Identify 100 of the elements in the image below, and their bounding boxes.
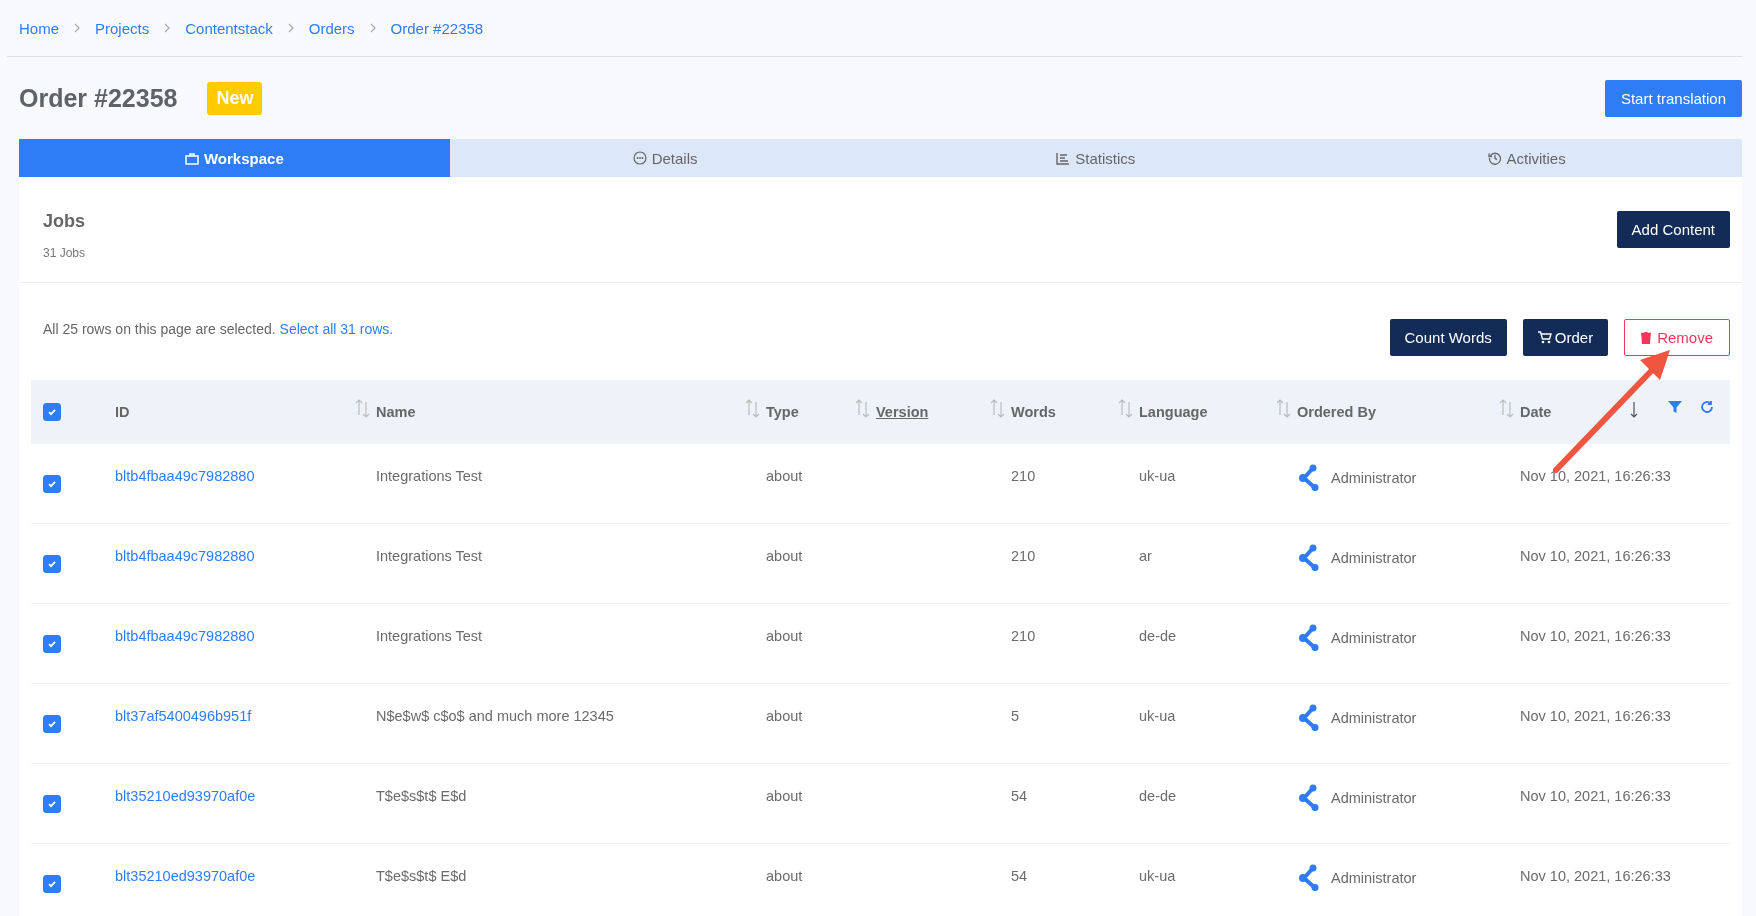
chevron-icon bbox=[286, 23, 295, 33]
date-cell-text: Nov 10, 2021, 16:26:33 bbox=[1520, 787, 1672, 804]
select-all-link[interactable]: Select all 31 rows. bbox=[279, 321, 394, 337]
row-checkbox[interactable] bbox=[43, 715, 61, 733]
user-avatar-icon bbox=[1297, 704, 1321, 732]
tab[interactable]: Details bbox=[449, 139, 881, 177]
date-cell-text: Nov 10, 2021, 16:26:33 bbox=[1520, 547, 1672, 564]
start-translation-button[interactable]: Start translation bbox=[1604, 79, 1742, 117]
filter-icon[interactable] bbox=[1668, 400, 1682, 414]
type-cell-text: about bbox=[766, 467, 804, 484]
type-cell-text: about bbox=[766, 867, 804, 884]
tab[interactable]: Activities bbox=[1311, 139, 1742, 177]
language-cell-text: de-de bbox=[1139, 627, 1178, 644]
count-words-button[interactable]: Count Words bbox=[1389, 319, 1507, 356]
name-cell-text: Integrations Test bbox=[376, 627, 484, 644]
language-cell-text: ar bbox=[1139, 547, 1153, 564]
breadcrumb-link[interactable]: Order #22358 bbox=[390, 19, 484, 37]
jobs-title: Jobs bbox=[43, 211, 86, 232]
type-cell-text: about bbox=[766, 547, 804, 564]
words-cell-text: 210 bbox=[1011, 547, 1037, 564]
column-header[interactable]: Ordered By bbox=[1297, 404, 1376, 420]
job-id-link[interactable]: bltb4fbaa49c7982880 bbox=[115, 444, 376, 484]
tab[interactable]: Statistics bbox=[880, 139, 1312, 177]
job-id-link[interactable]: bltb4fbaa49c7982880 bbox=[115, 524, 376, 564]
row-checkbox[interactable] bbox=[43, 475, 61, 493]
ordered-by-cell: Administrator bbox=[1331, 470, 1417, 486]
job-id-link[interactable]: bltb4fbaa49c7982880 bbox=[115, 604, 376, 644]
ellipsis-circle-icon bbox=[632, 151, 647, 165]
words-cell-text: 5 bbox=[1011, 707, 1021, 724]
language-cell-text: uk-ua bbox=[1139, 867, 1177, 884]
breadcrumb-link[interactable]: Home bbox=[19, 19, 59, 37]
breadcrumb-link[interactable]: Contentstack bbox=[185, 19, 273, 37]
checkmark-icon bbox=[47, 719, 57, 729]
language-cell-text: uk-ua bbox=[1139, 707, 1177, 724]
briefcase-icon bbox=[185, 151, 199, 165]
name-cell-text: T$e$s$t$ E$d bbox=[376, 787, 468, 804]
jobs-count: 31 Jobs bbox=[43, 246, 86, 260]
column-header[interactable]: Version bbox=[876, 404, 929, 420]
checkmark-icon bbox=[47, 639, 57, 649]
language-cell-text: de-de bbox=[1139, 787, 1178, 804]
name-cell-text: T$e$s$t$ E$d bbox=[376, 867, 468, 884]
trash-icon bbox=[1641, 331, 1652, 344]
words-cell-text: 210 bbox=[1011, 627, 1037, 644]
job-id-link[interactable]: blt37af5400496b951f bbox=[115, 684, 376, 724]
row-checkbox[interactable] bbox=[43, 795, 61, 813]
words-cell-text: 54 bbox=[1011, 787, 1029, 804]
ordered-by-cell: Administrator bbox=[1331, 790, 1417, 806]
checkmark-icon bbox=[47, 559, 57, 569]
order-title: Order #22358 bbox=[19, 83, 178, 113]
words-cell-text: 210 bbox=[1011, 467, 1037, 484]
name-cell-text: N$e$w$ c$o$ and much more 12345 bbox=[376, 707, 615, 724]
job-id-link[interactable]: blt35210ed93970af0e bbox=[115, 764, 376, 804]
column-header[interactable]: Date bbox=[1520, 404, 1552, 420]
checkmark-icon bbox=[47, 479, 57, 489]
ordered-by-cell: Administrator bbox=[1331, 870, 1417, 886]
job-id-link[interactable]: blt35210ed93970af0e bbox=[115, 844, 376, 884]
history-icon bbox=[1487, 151, 1502, 165]
column-header[interactable]: Words bbox=[1011, 404, 1056, 420]
refresh-icon[interactable] bbox=[1700, 400, 1714, 414]
breadcrumb-link[interactable]: Orders bbox=[308, 19, 355, 37]
bar-list-icon bbox=[1056, 151, 1071, 165]
ordered-by-cell: Administrator bbox=[1331, 710, 1417, 726]
date-cell-text: Nov 10, 2021, 16:26:33 bbox=[1520, 707, 1672, 724]
user-avatar-icon bbox=[1297, 464, 1321, 492]
user-avatar-icon bbox=[1297, 784, 1321, 812]
cart-icon bbox=[1537, 331, 1552, 344]
ordered-by-cell: Administrator bbox=[1331, 550, 1417, 566]
checkmark-icon bbox=[47, 407, 57, 417]
column-header[interactable]: ID bbox=[115, 404, 130, 420]
user-avatar-icon bbox=[1297, 544, 1321, 572]
user-avatar-icon bbox=[1297, 624, 1321, 652]
date-cell-text: Nov 10, 2021, 16:26:33 bbox=[1520, 467, 1672, 484]
words-cell-text: 54 bbox=[1011, 867, 1029, 884]
name-cell-text: Integrations Test bbox=[376, 547, 484, 564]
selection-message: All 25 rows on this page are selected. Select all 31 rows. bbox=[43, 321, 394, 337]
row-checkbox[interactable] bbox=[43, 555, 61, 573]
order-button[interactable]: Order bbox=[1522, 319, 1609, 356]
remove-button[interactable]: Remove bbox=[1624, 319, 1730, 356]
type-cell-text: about bbox=[766, 627, 804, 644]
status-badge: New bbox=[207, 81, 263, 115]
date-cell-text: Nov 10, 2021, 16:26:33 bbox=[1520, 627, 1672, 644]
column-header[interactable]: Name bbox=[376, 404, 416, 420]
breadcrumb-link[interactable]: Projects bbox=[95, 19, 150, 37]
column-header[interactable]: Type bbox=[766, 404, 799, 420]
add-content-button[interactable]: Add Content bbox=[1616, 211, 1730, 248]
ordered-by-cell: Administrator bbox=[1331, 630, 1417, 646]
checkmark-icon bbox=[47, 799, 57, 809]
chevron-icon bbox=[73, 23, 81, 33]
chevron-icon bbox=[163, 23, 172, 33]
chevron-icon bbox=[368, 23, 377, 33]
checkmark-icon bbox=[47, 879, 57, 889]
user-avatar-icon bbox=[1297, 864, 1321, 892]
language-cell-text: uk-ua bbox=[1139, 467, 1177, 484]
type-cell-text: about bbox=[766, 707, 804, 724]
column-header[interactable]: Language bbox=[1139, 404, 1208, 420]
row-checkbox[interactable] bbox=[43, 875, 61, 893]
type-cell-text: about bbox=[766, 787, 804, 804]
select-all-checkbox[interactable] bbox=[43, 403, 61, 421]
tab[interactable]: Workspace bbox=[19, 139, 450, 177]
row-checkbox[interactable] bbox=[43, 635, 61, 653]
